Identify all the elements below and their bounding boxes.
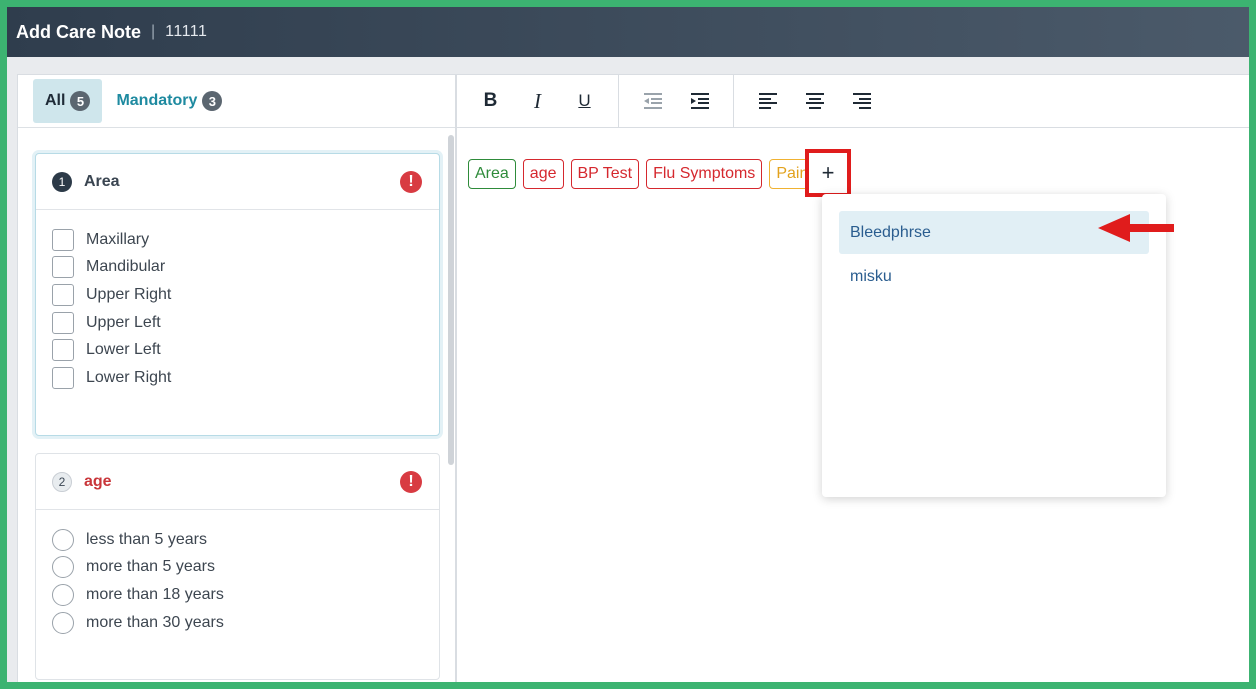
chip-flu-symptoms[interactable]: Flu Symptoms — [646, 159, 763, 189]
option-label: less than 5 years — [86, 530, 207, 548]
bold-button[interactable]: B — [467, 81, 514, 121]
red-arrow-annotation — [1098, 214, 1174, 242]
question-number: 1 — [52, 171, 72, 192]
checkbox[interactable] — [52, 339, 74, 362]
editor-toolbar: B I U — [457, 74, 1249, 128]
chip-area[interactable]: Area — [468, 159, 516, 189]
outdent-icon — [643, 93, 662, 109]
outdent-button[interactable] — [629, 81, 676, 121]
header-bar: Add Care Note | 11111 — [7, 7, 1249, 57]
page-title: Add Care Note — [16, 21, 142, 42]
header-separator: | — [151, 23, 156, 40]
question-card-area: 1 Area ! Maxillary Mandibular Upper Righ… — [35, 153, 440, 436]
format-group: B I U — [457, 74, 619, 128]
alert-icon: ! — [400, 471, 422, 493]
checkbox[interactable] — [52, 256, 74, 279]
add-tag-button[interactable]: + — [805, 149, 851, 197]
card-header: 2 age ! — [36, 454, 439, 510]
radio-option[interactable]: less than 5 years — [36, 526, 439, 554]
option-label: Maxillary — [86, 230, 150, 248]
question-title: Area — [84, 172, 120, 190]
filter-tabs: All 5 Mandatory 3 — [18, 75, 455, 128]
align-left-button[interactable] — [744, 81, 791, 121]
tab-all[interactable]: All 5 — [33, 79, 103, 123]
option-label: more than 5 years — [86, 558, 215, 576]
radio-option[interactable]: more than 30 years — [36, 609, 439, 637]
align-center-button[interactable] — [791, 81, 838, 121]
alert-icon: ! — [400, 171, 422, 193]
indent-group — [619, 74, 734, 128]
panel-scrollbar[interactable] — [448, 135, 454, 465]
chip-pain[interactable]: Pain — [769, 159, 810, 189]
checkbox[interactable] — [52, 283, 74, 306]
checkbox[interactable] — [52, 228, 74, 251]
tag-chips: Area age BP Test Flu Symptoms Pain — [468, 159, 816, 189]
option-list: Maxillary Mandibular Upper Right Upper L… — [36, 210, 439, 392]
radio-button[interactable] — [52, 583, 74, 606]
checkbox[interactable] — [52, 311, 74, 334]
tab-all-count: 5 — [70, 91, 91, 111]
align-center-icon — [805, 93, 824, 109]
question-number: 2 — [52, 471, 72, 492]
tab-mandatory-label: Mandatory — [116, 92, 198, 109]
radio-button[interactable] — [52, 528, 74, 551]
align-right-button[interactable] — [838, 81, 885, 121]
tab-all-label: All — [45, 92, 66, 109]
checkbox-option[interactable]: Mandibular — [36, 254, 439, 282]
questions-panel: All 5 Mandatory 3 1 Area ! Maxillary Man… — [17, 74, 456, 682]
app-frame: Add Care Note | 11111 All 5 Mandatory 3 … — [7, 7, 1249, 682]
option-list: less than 5 years more than 5 years more… — [36, 510, 439, 636]
radio-button[interactable] — [52, 611, 74, 634]
italic-button[interactable]: I — [514, 81, 561, 121]
note-editor[interactable]: B I U Area age BP Test Flu Symptoms Pain… — [456, 74, 1249, 682]
underline-button[interactable]: U — [561, 81, 608, 121]
indent-button[interactable] — [676, 81, 723, 121]
dropdown-item-misku[interactable]: misku — [839, 255, 1149, 298]
checkbox-option[interactable]: Lower Right — [36, 364, 439, 392]
header-code: 11111 — [165, 23, 208, 40]
chip-age[interactable]: age — [522, 159, 564, 189]
option-label: Lower Right — [86, 368, 172, 386]
option-label: Upper Left — [86, 313, 161, 331]
chip-bp-test[interactable]: BP Test — [570, 159, 640, 189]
checkbox-option[interactable]: Upper Right — [36, 281, 439, 309]
option-label: more than 18 years — [86, 585, 224, 603]
align-right-icon — [852, 93, 871, 109]
checkbox-option[interactable]: Upper Left — [36, 309, 439, 337]
radio-button[interactable] — [52, 556, 74, 579]
align-left-icon — [758, 93, 777, 109]
question-card-age: 2 age ! less than 5 years more than 5 ye… — [35, 453, 440, 680]
card-header: 1 Area ! — [36, 154, 439, 210]
tab-mandatory[interactable]: Mandatory 3 — [104, 79, 234, 123]
radio-option[interactable]: more than 5 years — [36, 554, 439, 582]
align-group — [734, 75, 895, 128]
option-label: Mandibular — [86, 258, 166, 276]
option-label: Lower Left — [86, 341, 161, 359]
checkbox-option[interactable]: Lower Left — [36, 336, 439, 364]
tab-mandatory-count: 3 — [202, 91, 223, 111]
indent-icon — [690, 93, 709, 109]
radio-option[interactable]: more than 18 years — [36, 581, 439, 609]
option-label: more than 30 years — [86, 613, 224, 631]
checkbox-option[interactable]: Maxillary — [36, 226, 439, 254]
question-title: age — [84, 472, 112, 490]
option-label: Upper Right — [86, 285, 172, 303]
checkbox[interactable] — [52, 366, 74, 389]
